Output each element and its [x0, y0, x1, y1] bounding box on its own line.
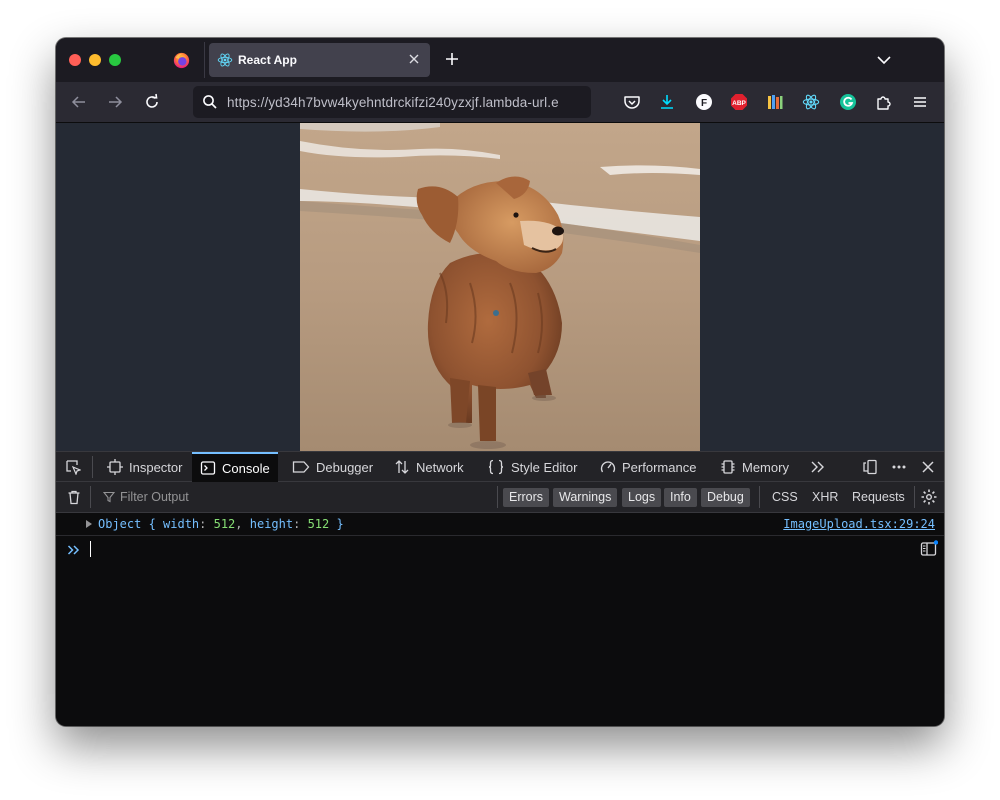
- browser-window: React App https://yd34h7bvw4kyehntdrckif…: [56, 38, 944, 726]
- expand-object-arrow-icon[interactable]: [85, 519, 93, 529]
- close-tab-icon[interactable]: [406, 51, 422, 67]
- filter-info-button[interactable]: Info: [664, 488, 697, 507]
- download-icon[interactable]: [658, 93, 676, 111]
- extensions-puzzle-icon[interactable]: [875, 93, 893, 111]
- filter-requests-button[interactable]: Requests: [852, 488, 905, 507]
- filter-css-button[interactable]: CSS: [772, 488, 798, 507]
- inspector-icon: [107, 459, 123, 475]
- style-editor-icon: [488, 459, 504, 475]
- clear-console-trash-icon[interactable]: [66, 489, 82, 505]
- filter-errors-button[interactable]: Errors: [503, 488, 550, 507]
- filter-warnings-button[interactable]: Warnings: [553, 488, 618, 507]
- pocket-icon[interactable]: [623, 93, 641, 111]
- devtools-toolbar: Inspector Console Debugger Network Style…: [56, 451, 944, 482]
- search-icon: [203, 95, 217, 109]
- forward-button[interactable]: [101, 90, 129, 114]
- debugger-icon: [292, 461, 310, 473]
- close-devtools-icon[interactable]: [920, 459, 936, 475]
- filter-output-input[interactable]: Filter Output: [103, 490, 189, 504]
- minimize-window-button[interactable]: [89, 54, 101, 66]
- more-options-icon[interactable]: [891, 459, 907, 475]
- more-tools-chevron-icon[interactable]: [810, 459, 826, 475]
- log-object-prefix: Object {: [98, 517, 164, 531]
- filter-xhr-button[interactable]: XHR: [812, 488, 838, 507]
- close-window-button[interactable]: [69, 54, 81, 66]
- network-icon: [395, 460, 409, 474]
- grammarly-icon[interactable]: [839, 93, 857, 111]
- text-caret: [90, 541, 91, 557]
- react-favicon-icon: [217, 53, 233, 67]
- console-icon: [200, 461, 216, 475]
- adblock-plus-icon[interactable]: ABP: [730, 93, 748, 111]
- page-viewport: [56, 123, 944, 451]
- menu-icon[interactable]: [911, 93, 929, 111]
- tab-network[interactable]: Network: [388, 452, 470, 482]
- filter-funnel-icon: [103, 491, 115, 503]
- firefox-view-icon[interactable]: [173, 52, 190, 69]
- tab-style-editor-label: Style Editor: [511, 459, 578, 475]
- log-key-width: width: [163, 517, 200, 531]
- navigation-toolbar: https://yd34h7bvw4kyehntdrckifzi240yzxjf…: [56, 82, 944, 123]
- filter-placeholder: Filter Output: [120, 490, 189, 504]
- tab-console-label: Console: [222, 460, 270, 476]
- tab-debugger[interactable]: Debugger: [286, 452, 379, 482]
- console-log-row[interactable]: Object { width: 512, height: 512 } Image…: [56, 513, 944, 536]
- uploaded-dog-image: [300, 123, 700, 451]
- tab-react-app[interactable]: React App: [209, 43, 430, 77]
- adblock-plus-label: ABP: [732, 100, 746, 107]
- filter-logs-button[interactable]: Logs: [622, 488, 662, 507]
- f-extension-label: F: [701, 98, 707, 109]
- address-bar[interactable]: https://yd34h7bvw4kyehntdrckifzi240yzxjf…: [193, 86, 591, 118]
- tab-console[interactable]: Console: [192, 452, 278, 482]
- log-value-height: 512: [307, 517, 330, 531]
- tab-title: React App: [238, 53, 297, 67]
- forward-arrow-icon: [109, 96, 123, 108]
- console-filter-bar: Filter Output Errors Warnings Logs Info …: [56, 482, 944, 513]
- devtools-panel: Inspector Console Debugger Network Style…: [56, 451, 944, 726]
- tab-debugger-label: Debugger: [316, 459, 374, 475]
- console-prompt-chevron-icon: [67, 545, 80, 555]
- console-settings-gear-icon[interactable]: [921, 489, 937, 505]
- log-object-suffix: }: [329, 517, 344, 531]
- filter-debug-button[interactable]: Debug: [701, 488, 750, 507]
- url-text: https://yd34h7bvw4kyehntdrckifzi240yzxjf…: [227, 95, 559, 110]
- log-key-height: height: [249, 517, 294, 531]
- library-icon[interactable]: [766, 93, 784, 111]
- tab-style-editor[interactable]: Style Editor: [481, 452, 583, 482]
- log-source-link[interactable]: ImageUpload.tsx:29:24: [783, 517, 935, 531]
- list-all-tabs-icon[interactable]: [874, 50, 894, 70]
- tab-memory[interactable]: Memory: [714, 452, 795, 482]
- tab-memory-label: Memory: [742, 459, 789, 475]
- console-input[interactable]: [56, 536, 944, 564]
- tab-performance[interactable]: Performance: [594, 452, 702, 482]
- tab-strip: React App: [56, 38, 944, 82]
- back-arrow-icon: [71, 96, 85, 108]
- react-devtools-icon[interactable]: [802, 93, 820, 111]
- reload-icon: [146, 93, 158, 108]
- responsive-design-icon[interactable]: [862, 459, 878, 475]
- editor-mode-toggle-icon[interactable]: [920, 540, 938, 558]
- tab-network-label: Network: [416, 459, 464, 475]
- zoom-window-button[interactable]: [109, 54, 121, 66]
- memory-icon: [721, 460, 735, 474]
- tab-separator: [204, 42, 205, 78]
- tab-performance-label: Performance: [622, 459, 697, 475]
- log-message: Object { width: 512, height: 512 }: [98, 517, 344, 531]
- back-button[interactable]: [65, 90, 93, 114]
- reload-button[interactable]: [138, 90, 166, 114]
- f-extension-icon[interactable]: F: [695, 93, 713, 111]
- element-picker-icon[interactable]: [65, 459, 81, 475]
- log-value-width: 512: [213, 517, 236, 531]
- tab-inspector[interactable]: Inspector: [101, 452, 188, 482]
- performance-icon: [600, 461, 616, 473]
- new-tab-icon[interactable]: [442, 49, 462, 69]
- tab-inspector-label: Inspector: [129, 459, 183, 475]
